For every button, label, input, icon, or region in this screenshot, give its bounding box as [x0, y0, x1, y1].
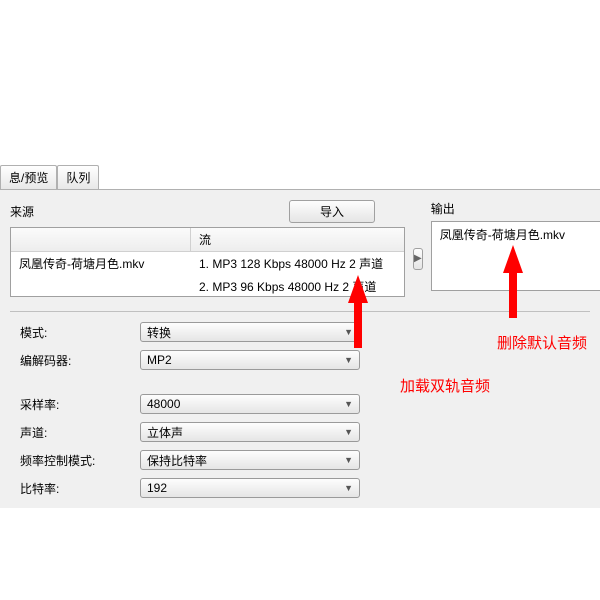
transfer-right-button[interactable]: ▶ — [413, 248, 423, 270]
cell-stream: 2. MP3 96 Kbps 48000 Hz 2 声道 — [191, 275, 404, 297]
chevron-down-icon: ▼ — [344, 427, 353, 437]
channel-select[interactable]: 立体声 ▼ — [140, 422, 360, 442]
cell-filename: 凤凰传奇-荷塘月色.mkv — [11, 252, 191, 275]
channel-label: 声道: — [20, 424, 140, 441]
mode-value: 转换 — [147, 324, 171, 341]
cell-stream: 1. MP3 128 Kbps 48000 Hz 2 声道 — [191, 252, 404, 275]
codec-value: MP2 — [147, 353, 172, 367]
settings-form: 模式: 转换 ▼ 编解码器: MP2 ▼ 采样率: 48000 ▼ 声道: 立体… — [20, 322, 590, 498]
tab-preview[interactable]: 息/预览 — [0, 165, 57, 189]
tab-queue[interactable]: 队列 — [57, 165, 99, 189]
bitrate-value: 192 — [147, 481, 167, 495]
output-item[interactable]: 凤凰传奇-荷塘月色.mkv — [440, 226, 600, 243]
import-button[interactable]: 导入 — [289, 200, 375, 223]
chevron-down-icon: ▼ — [344, 455, 353, 465]
blank-area — [0, 0, 600, 165]
col-header-blank — [11, 228, 191, 251]
source-title: 来源 — [10, 203, 289, 220]
listbox-header: 流 — [11, 228, 404, 252]
chevron-down-icon: ▼ — [344, 399, 353, 409]
chevron-down-icon: ▼ — [344, 355, 353, 365]
chevron-down-icon: ▼ — [344, 327, 353, 337]
codec-select[interactable]: MP2 ▼ — [140, 350, 360, 370]
samplerate-value: 48000 — [147, 397, 180, 411]
chevron-right-icon: ▶ — [414, 253, 422, 264]
bitrate-label: 比特率: — [20, 480, 140, 497]
ratemode-value: 保持比特率 — [147, 452, 207, 469]
output-title: 输出 — [431, 200, 600, 217]
col-header-stream: 流 — [191, 228, 404, 251]
output-panel: 输出 凤凰传奇-荷塘月色.mkv — [431, 200, 600, 291]
ratemode-label: 频率控制模式: — [20, 452, 140, 469]
tab-bar: 息/预览 队列 — [0, 165, 600, 190]
divider — [10, 311, 590, 312]
bitrate-select[interactable]: 192 ▼ — [140, 478, 360, 498]
codec-label: 编解码器: — [20, 352, 140, 369]
mode-select[interactable]: 转换 ▼ — [140, 322, 360, 342]
cell-filename-empty — [11, 275, 191, 297]
content-area: 来源 导入 流 凤凰传奇-荷塘月色.mkv 1. MP3 128 Kbps 48… — [0, 190, 600, 508]
list-item[interactable]: 2. MP3 96 Kbps 48000 Hz 2 声道 — [11, 275, 404, 297]
samplerate-select[interactable]: 48000 ▼ — [140, 394, 360, 414]
output-listbox[interactable]: 凤凰传奇-荷塘月色.mkv — [431, 221, 600, 291]
chevron-down-icon: ▼ — [344, 483, 353, 493]
source-panel: 来源 导入 流 凤凰传奇-荷塘月色.mkv 1. MP3 128 Kbps 48… — [10, 200, 405, 297]
channel-value: 立体声 — [147, 424, 183, 441]
source-listbox[interactable]: 流 凤凰传奇-荷塘月色.mkv 1. MP3 128 Kbps 48000 Hz… — [10, 227, 405, 297]
samplerate-label: 采样率: — [20, 396, 140, 413]
ratemode-select[interactable]: 保持比特率 ▼ — [140, 450, 360, 470]
mode-label: 模式: — [20, 324, 140, 341]
list-item[interactable]: 凤凰传奇-荷塘月色.mkv 1. MP3 128 Kbps 48000 Hz 2… — [11, 252, 404, 275]
